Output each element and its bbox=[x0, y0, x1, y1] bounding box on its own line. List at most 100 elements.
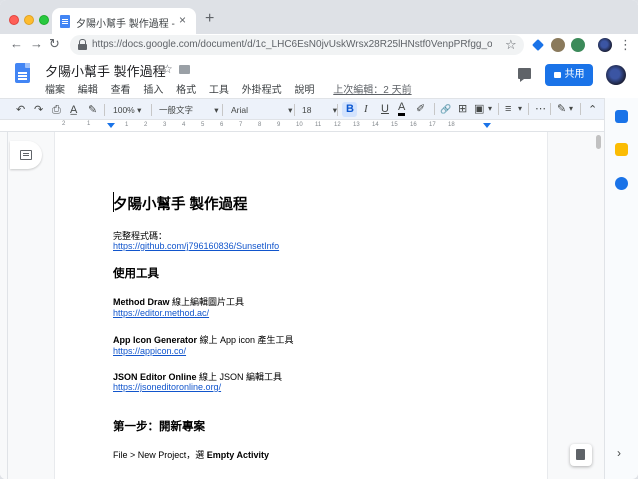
ruler-number: 3 bbox=[163, 122, 167, 128]
link-icon[interactable]: 🔗 bbox=[440, 102, 451, 116]
browser-menu-icon[interactable]: ⋮ bbox=[619, 37, 632, 53]
toolbar-divider bbox=[580, 103, 581, 115]
paint-format-icon[interactable]: ✎ bbox=[88, 103, 97, 117]
zoom-select[interactable]: 100% ▾ bbox=[113, 103, 141, 117]
document-heading[interactable]: 夕陽小幫手 製作過程 bbox=[113, 193, 248, 214]
style-select[interactable]: 一般文字 ▾ bbox=[159, 103, 219, 117]
insert-image-icon[interactable]: ▣ bbox=[474, 102, 484, 116]
font-size-select[interactable]: 18 ▾ bbox=[302, 103, 337, 117]
step1-bold: Empty Activity bbox=[206, 450, 269, 460]
vertical-ruler bbox=[0, 132, 8, 479]
menu-bar: 檔案 編輯 查看 插入 格式 工具 外掛程式 說明 上次編輯：2 天前 bbox=[45, 81, 422, 96]
chevron-down-icon[interactable]: ▾ bbox=[488, 102, 492, 116]
more-options-icon[interactable]: ⋯ bbox=[535, 102, 546, 116]
tool-link[interactable]: https://jsoneditoronline.org/ bbox=[113, 382, 221, 392]
bookmark-star-icon[interactable]: ☆ bbox=[505, 37, 517, 53]
back-button[interactable]: ← bbox=[10, 36, 23, 51]
comment-history-icon[interactable] bbox=[518, 68, 531, 82]
new-tab-button[interactable]: + bbox=[205, 11, 214, 27]
menu-help[interactable]: 說明 bbox=[294, 85, 314, 96]
tool-link[interactable]: https://editor.method.ac/ bbox=[113, 308, 209, 318]
calendar-icon[interactable] bbox=[615, 110, 628, 123]
tool-desc: 線上 JSON 編輯工具 bbox=[196, 372, 283, 382]
left-indent-marker[interactable] bbox=[107, 123, 115, 128]
redo-icon[interactable]: ↷ bbox=[34, 103, 43, 117]
menu-addons[interactable]: 外掛程式 bbox=[242, 85, 282, 96]
undo-icon[interactable]: ↶ bbox=[16, 103, 25, 117]
reload-button[interactable]: ↻ bbox=[49, 36, 60, 52]
close-window-button[interactable] bbox=[9, 15, 19, 25]
underline-button[interactable]: U bbox=[381, 102, 389, 116]
folder-icon[interactable] bbox=[179, 65, 190, 74]
url-text: https://docs.google.com/document/d/1c_LH… bbox=[92, 39, 492, 50]
chevron-down-icon: ▾ bbox=[288, 105, 293, 115]
bold-button[interactable]: B bbox=[346, 102, 354, 116]
extension-icon[interactable] bbox=[571, 38, 585, 52]
toolbar-divider bbox=[550, 103, 551, 115]
step1-text[interactable]: File > New Project，選 Empty Activity bbox=[113, 448, 269, 461]
style-value: 一般文字 bbox=[159, 105, 194, 115]
menu-view[interactable]: 查看 bbox=[111, 85, 131, 96]
print-icon[interactable]: ⎙ bbox=[52, 103, 61, 117]
forward-button[interactable]: → bbox=[30, 36, 43, 51]
collapse-menus-icon[interactable]: ⌃ bbox=[588, 103, 597, 117]
text-color-button[interactable]: A bbox=[398, 101, 406, 116]
chevron-down-icon[interactable]: ▾ bbox=[518, 102, 522, 116]
ruler-number: 18 bbox=[448, 122, 455, 128]
toolbar-divider bbox=[222, 104, 223, 116]
toolbar-divider bbox=[151, 104, 152, 116]
ruler-number: 1 bbox=[87, 121, 91, 127]
keep-icon[interactable] bbox=[615, 143, 628, 156]
star-doc-icon[interactable]: ☆ bbox=[162, 62, 173, 76]
highlight-icon[interactable]: ✐ bbox=[416, 102, 425, 116]
document-outline-button[interactable] bbox=[10, 141, 42, 169]
menu-file[interactable]: 檔案 bbox=[45, 85, 65, 96]
ruler-number: 2 bbox=[144, 122, 148, 128]
tab-strip: 夕陽小幫手 製作過程 - Google × + bbox=[0, 0, 638, 34]
tool-line[interactable]: Method Draw 線上編輯圖片工具 bbox=[113, 295, 244, 308]
browser-tab[interactable]: 夕陽小幫手 製作過程 - Google × bbox=[52, 8, 196, 34]
tool-line[interactable]: App Icon Generator 線上 App icon 產生工具 bbox=[113, 333, 294, 346]
menu-edit[interactable]: 編輯 bbox=[78, 85, 98, 96]
docs-logo-icon[interactable] bbox=[15, 63, 30, 83]
maximize-window-button[interactable] bbox=[39, 15, 49, 25]
tool-name: App Icon Generator bbox=[113, 335, 198, 345]
add-comment-icon[interactable]: ⊞ bbox=[458, 102, 467, 116]
toolbar-divider bbox=[294, 104, 295, 116]
account-avatar[interactable] bbox=[606, 65, 626, 85]
tools-heading[interactable]: 使用工具 bbox=[113, 265, 159, 281]
chevron-down-icon: ▾ bbox=[214, 105, 219, 115]
tab-close-icon[interactable]: × bbox=[179, 13, 186, 27]
tasks-icon[interactable] bbox=[615, 177, 628, 190]
font-select[interactable]: Arial ▾ bbox=[231, 103, 292, 117]
right-indent-marker[interactable] bbox=[483, 123, 491, 128]
editing-mode-icon[interactable]: ✎ bbox=[557, 102, 566, 116]
spellcheck-icon[interactable]: A̲ bbox=[70, 103, 77, 117]
extension-icon[interactable] bbox=[551, 38, 565, 52]
tool-name: Method Draw bbox=[113, 297, 170, 307]
minimize-window-button[interactable] bbox=[24, 15, 34, 25]
scrollbar[interactable] bbox=[594, 132, 604, 479]
profile-avatar[interactable] bbox=[598, 38, 612, 52]
source-link[interactable]: https://github.com/j796160836/SunsetInfo bbox=[113, 241, 279, 251]
chevron-down-icon[interactable]: ▾ bbox=[569, 102, 573, 116]
document-title[interactable]: 夕陽小幫手 製作過程 bbox=[45, 61, 166, 80]
tool-link[interactable]: https://appicon.co/ bbox=[113, 346, 186, 356]
lock-icon bbox=[553, 72, 561, 78]
chevron-right-icon[interactable]: › bbox=[617, 446, 621, 460]
explore-button[interactable] bbox=[570, 444, 592, 466]
share-button[interactable]: 共用 bbox=[545, 64, 593, 86]
scrollbar-thumb[interactable] bbox=[596, 135, 601, 149]
ruler-number: 9 bbox=[277, 122, 281, 128]
menu-tools[interactable]: 工具 bbox=[209, 85, 229, 96]
italic-button[interactable]: I bbox=[364, 102, 368, 116]
address-bar[interactable]: https://docs.google.com/document/d/1c_LH… bbox=[70, 35, 524, 55]
ruler-number: 5 bbox=[201, 122, 205, 128]
step1-heading[interactable]: 第一步：開新專案 bbox=[113, 418, 205, 434]
menu-insert[interactable]: 插入 bbox=[143, 85, 163, 96]
last-edit-link[interactable]: 上次編輯：2 天前 bbox=[333, 85, 411, 96]
ruler-text-area: 1 2 3 4 5 6 7 8 9 10 11 12 13 14 15 16 1… bbox=[111, 121, 489, 129]
align-icon[interactable]: ≡ bbox=[505, 102, 511, 116]
toolbar-divider bbox=[498, 103, 499, 115]
menu-format[interactable]: 格式 bbox=[176, 85, 196, 96]
